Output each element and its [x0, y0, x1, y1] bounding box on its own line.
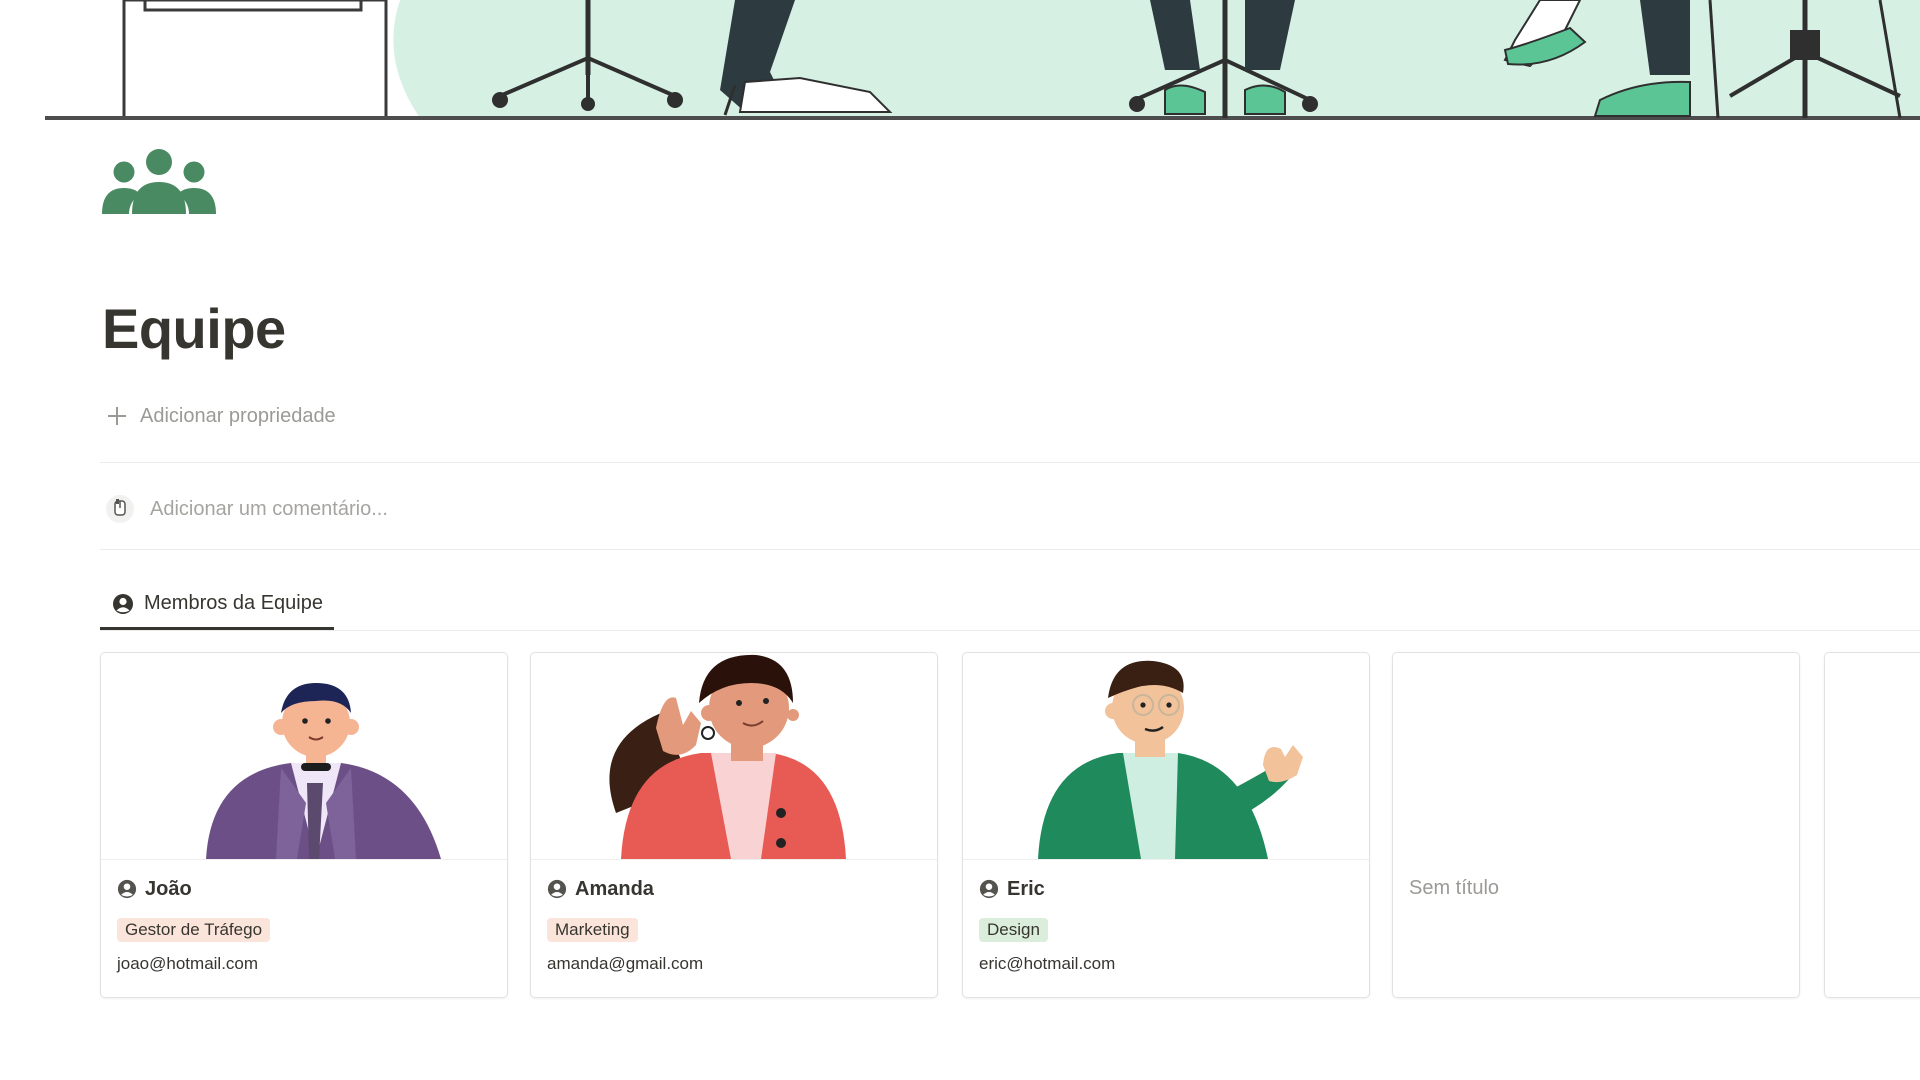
- role-tag: Gestor de Tráfego: [117, 918, 271, 942]
- cover-illustration: [0, 0, 1920, 125]
- card-image-empty: [1393, 653, 1799, 859]
- comment-input[interactable]: Adicionar um comentário...: [106, 492, 388, 526]
- page-title[interactable]: Equipe: [102, 296, 286, 361]
- role-tag: Marketing: [547, 918, 638, 942]
- page: Equipe Adicionar propriedade Adicionar u…: [0, 0, 1920, 1080]
- person-icon: [117, 879, 137, 899]
- person-icon: [979, 879, 999, 899]
- avatar: [106, 495, 134, 523]
- gallery-view: João Gestor de Tráfego joao@hotmail.com: [100, 652, 1920, 1000]
- role-tag: Design: [979, 918, 1048, 942]
- card-title: Amanda: [575, 877, 654, 900]
- gallery-card-joao[interactable]: João Gestor de Tráfego joao@hotmail.com: [100, 652, 508, 998]
- gallery-card-untitled[interactable]: Sem título: [1392, 652, 1800, 998]
- plus-icon: [108, 407, 126, 425]
- gallery-card-amanda[interactable]: Amanda Marketing amanda@gmail.com: [530, 652, 938, 998]
- card-title: Sem título: [1409, 876, 1500, 899]
- joao-avatar: [101, 653, 507, 860]
- gallery-card-eric[interactable]: Eric Design eric@hotmail.com: [962, 652, 1370, 998]
- gallery-card-partial[interactable]: [1824, 652, 1920, 998]
- person-icon: [547, 879, 567, 899]
- email-value: eric@hotmail.com: [979, 954, 1116, 973]
- divider: [100, 549, 1920, 550]
- card-title: João: [145, 877, 192, 900]
- email-value: amanda@gmail.com: [547, 954, 704, 973]
- divider: [100, 462, 1920, 463]
- tab-divider: [100, 630, 1920, 631]
- page-cover[interactable]: [0, 0, 1920, 125]
- amanda-avatar: [531, 653, 937, 860]
- eric-avatar: [963, 653, 1369, 860]
- comment-placeholder: Adicionar um comentário...: [150, 497, 388, 520]
- tab-membros-da-equipe[interactable]: Membros da Equipe: [100, 580, 334, 630]
- tab-label: Membros da Equipe: [144, 592, 323, 614]
- add-property-label: Adicionar propriedade: [140, 404, 336, 427]
- card-title: Eric: [1007, 877, 1045, 900]
- group-icon[interactable]: [102, 148, 216, 216]
- add-property-button[interactable]: Adicionar propriedade: [106, 400, 336, 432]
- email-value: joao@hotmail.com: [117, 954, 259, 973]
- person-icon: [113, 593, 133, 614]
